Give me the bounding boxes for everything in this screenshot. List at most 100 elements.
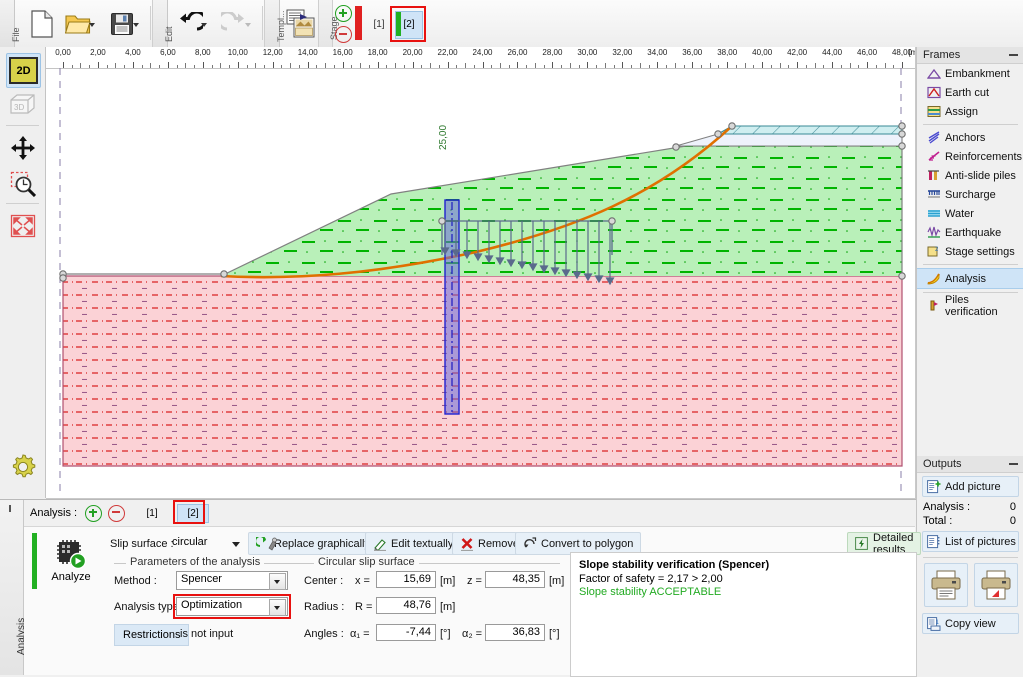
sidebar-item-stage-settings[interactable]: 2 Stage settings bbox=[917, 242, 1023, 261]
2d-icon: 2D bbox=[9, 57, 38, 84]
frames-panel-header: Frames bbox=[917, 47, 1023, 64]
angle1-input[interactable]: -7,44 bbox=[376, 624, 436, 641]
ruler-label: 28,00 bbox=[542, 48, 563, 57]
copy-view-icon: 1 bbox=[927, 616, 941, 631]
frames-separator bbox=[923, 124, 1018, 125]
sidebar-item-reinforcements[interactable]: Reinforcements bbox=[917, 147, 1023, 166]
ruler-label: 42,00 bbox=[787, 48, 808, 57]
sidebar-item-piles-verification[interactable]: Piles verification bbox=[917, 293, 1023, 318]
sidebar-item-embankment[interactable]: Embankment bbox=[917, 64, 1023, 83]
remove-analysis-button[interactable] bbox=[108, 504, 126, 522]
analyze-chip-icon bbox=[57, 539, 87, 569]
center-label: Center : bbox=[304, 575, 344, 587]
ruler-label: 16,00 bbox=[332, 48, 353, 57]
redo-dropdown[interactable] bbox=[244, 20, 253, 29]
sidebar-item-analysis[interactable]: Analysis bbox=[917, 268, 1023, 289]
file-group-text: File bbox=[11, 27, 21, 42]
print-pdf-button[interactable] bbox=[973, 563, 1018, 607]
list-of-pictures-button[interactable]: List of pictures bbox=[922, 531, 1019, 552]
analysis-tab-1[interactable]: [1] bbox=[137, 505, 167, 522]
angle1-unit: [°] bbox=[440, 628, 451, 640]
ruler-label: 4,00 bbox=[125, 48, 141, 57]
add-analysis-button[interactable] bbox=[85, 504, 103, 522]
sidebar-item-anti-slide-piles[interactable]: Anti-slide piles bbox=[917, 166, 1023, 185]
stage-tab-1[interactable]: [1] bbox=[366, 12, 392, 36]
slip-surface-select[interactable]: circular bbox=[172, 534, 244, 553]
method-dropdown-arrow[interactable] bbox=[269, 573, 286, 590]
center-x-value: 15,69 bbox=[403, 573, 431, 585]
center-x-input[interactable]: 15,69 bbox=[376, 571, 436, 588]
undo-dropdown[interactable] bbox=[200, 20, 209, 29]
restrictions-button[interactable]: Restrictions bbox=[114, 624, 190, 646]
remove-stage-button[interactable] bbox=[335, 26, 352, 43]
sidebar-item-label: Anchors bbox=[945, 131, 986, 144]
remove-label: Remove bbox=[478, 537, 519, 550]
outputs-panel-title: Outputs bbox=[923, 458, 962, 470]
sidebar-item-label: Earth cut bbox=[945, 86, 990, 99]
zoom-fit-button[interactable] bbox=[6, 209, 39, 242]
svg-text:2: 2 bbox=[935, 247, 939, 253]
sidebar-item-label: Piles verification bbox=[945, 293, 998, 318]
stage-tab-2[interactable]: [2] bbox=[395, 11, 423, 39]
sidebar-item-earth-cut[interactable]: Earth cut bbox=[917, 83, 1023, 102]
svg-text:3D: 3D bbox=[14, 103, 24, 112]
save-file-dropdown[interactable] bbox=[132, 20, 141, 29]
reinforcements-icon bbox=[927, 150, 941, 164]
center-z-input[interactable]: 48,35 bbox=[485, 571, 545, 588]
sidebar-item-assign[interactable]: Assign bbox=[917, 102, 1023, 121]
sidebar-item-earthquake[interactable]: Earthquake bbox=[917, 223, 1023, 242]
replace-graphically-button[interactable]: Replace graphically bbox=[248, 532, 378, 555]
chevron-down-icon bbox=[232, 542, 240, 547]
anchors-icon bbox=[927, 130, 941, 145]
sidebar-item-anchors[interactable]: Anchors bbox=[917, 128, 1023, 147]
settings-button[interactable] bbox=[6, 450, 39, 483]
sidebar-item-water[interactable]: Water bbox=[917, 204, 1023, 223]
printer-icon bbox=[931, 570, 960, 600]
file-group-label: File bbox=[0, 0, 21, 47]
center-x-unit: [m] bbox=[440, 575, 456, 587]
method-value: Spencer bbox=[181, 573, 222, 585]
view-3d-button[interactable]: 3D bbox=[6, 89, 39, 122]
sidebar-item-label: Anti-slide piles bbox=[945, 169, 1016, 182]
main-toolbar: File Edit Templ... Stage [1] [2] bbox=[0, 0, 1023, 48]
sidebar-item-surcharge[interactable]: Surcharge bbox=[917, 185, 1023, 204]
outputs-minimize-button[interactable] bbox=[1009, 463, 1018, 465]
new-file-button[interactable] bbox=[24, 4, 60, 44]
analyze-button[interactable]: Analyze bbox=[41, 533, 101, 589]
frames-separator bbox=[923, 264, 1018, 265]
sidebar-item-label: Assign bbox=[945, 105, 979, 118]
radius-input[interactable]: 48,76 bbox=[376, 597, 436, 614]
drawing-canvas[interactable]: 0,00 2,00 4,00 6,00 8,00 10,00 12,00 14,00 16,00… bbox=[46, 47, 916, 499]
zoom-window-button[interactable] bbox=[6, 167, 39, 200]
template-group-label: Templ... bbox=[264, 0, 286, 47]
angle1-symbol: α₁ = bbox=[350, 628, 370, 640]
analysis-tab-2-highlight bbox=[173, 499, 206, 524]
pan-tool-button[interactable] bbox=[6, 131, 39, 164]
ruler-label: 34,00 bbox=[647, 48, 668, 57]
view-2d-button[interactable]: 2D bbox=[6, 53, 41, 88]
section-view[interactable]: 25,00 bbox=[46, 68, 915, 497]
zoom-magnifier-icon bbox=[10, 171, 36, 197]
copy-view-button[interactable]: 1 Copy view bbox=[922, 613, 1019, 634]
print-document-button[interactable] bbox=[923, 563, 968, 607]
method-select[interactable]: Spencer bbox=[176, 571, 288, 590]
ruler-label: 26,00 bbox=[507, 48, 528, 57]
edit-textually-button[interactable]: Edit textually bbox=[365, 532, 462, 555]
analysis-tab-1-label: [1] bbox=[146, 507, 158, 519]
remove-x-icon bbox=[460, 537, 474, 551]
angles-label: Angles : bbox=[304, 628, 344, 640]
radius-label: Radius : bbox=[304, 601, 345, 613]
add-stage-button[interactable] bbox=[335, 5, 352, 22]
frames-minimize-button[interactable] bbox=[1009, 54, 1018, 56]
analysis-tab-strip[interactable]: Analysis bbox=[0, 500, 27, 675]
sidebar-item-label: Surcharge bbox=[945, 188, 996, 201]
ruler-label: 30,00 bbox=[577, 48, 598, 57]
angle2-input[interactable]: 36,83 bbox=[485, 624, 545, 641]
open-file-dropdown[interactable] bbox=[88, 20, 97, 29]
floppy-disk-icon bbox=[111, 13, 133, 35]
results-title: Slope stability verification (Spencer) bbox=[579, 559, 770, 571]
copy-stage-button[interactable] bbox=[283, 4, 319, 44]
add-picture-button[interactable]: Add picture bbox=[922, 476, 1019, 497]
outputs-total-count: 0 bbox=[1009, 515, 1016, 527]
slope-section-drawing bbox=[59, 68, 906, 497]
